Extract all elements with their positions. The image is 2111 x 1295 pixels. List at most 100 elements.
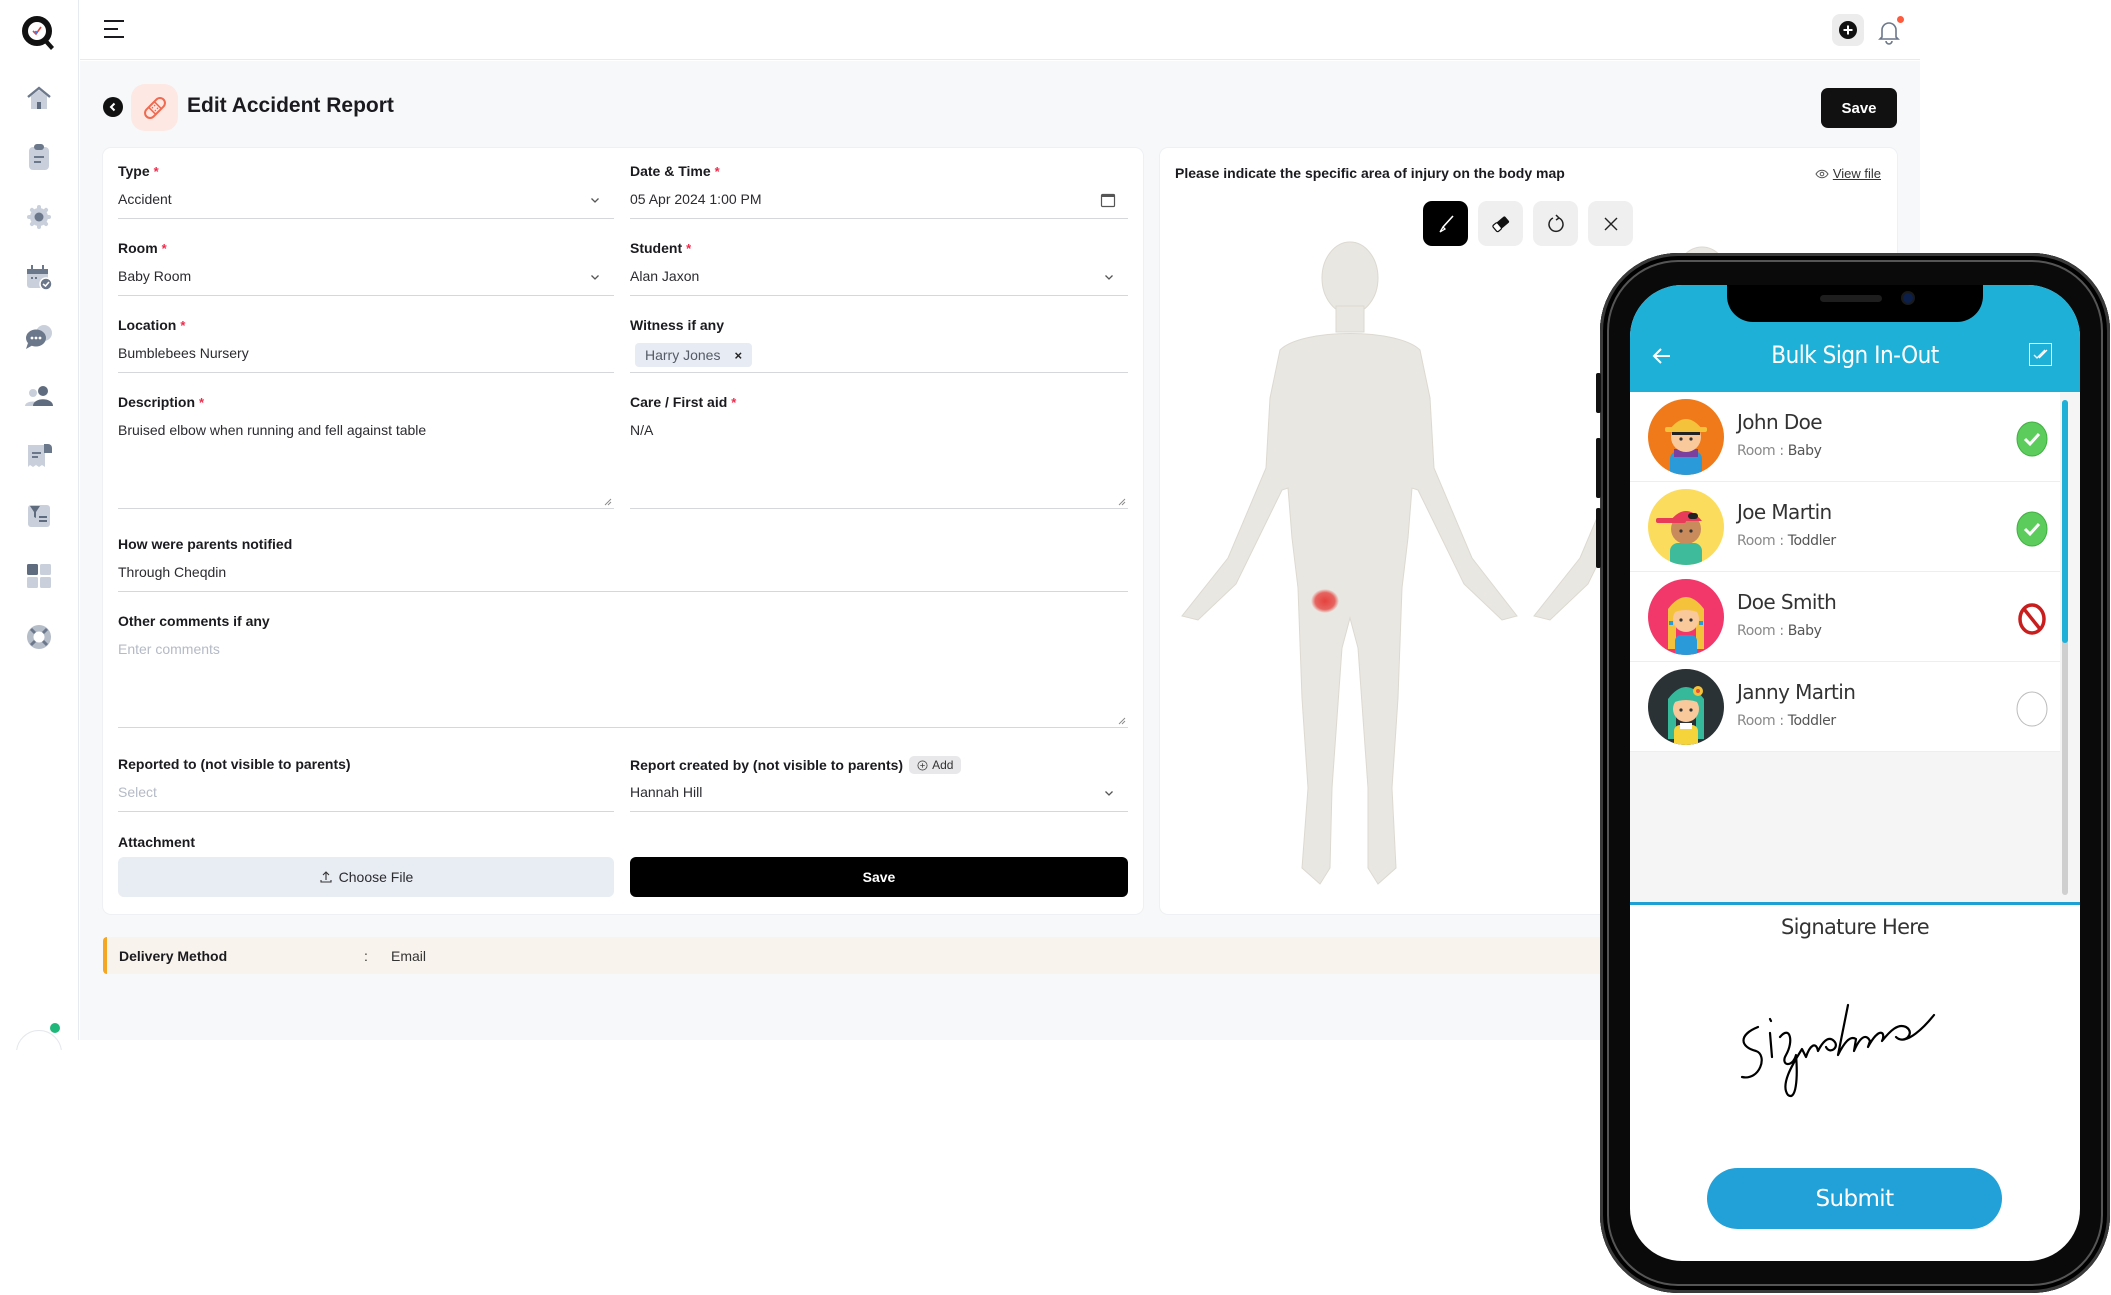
chevron-down-icon[interactable] bbox=[590, 195, 600, 205]
care-textarea[interactable]: N/A bbox=[630, 416, 1128, 509]
notification-dot bbox=[1897, 16, 1904, 23]
view-file-label: View file bbox=[1832, 166, 1881, 181]
signature-divider bbox=[1630, 902, 2080, 905]
add-staff-label: Add bbox=[932, 758, 954, 772]
calendar-check-icon[interactable] bbox=[24, 262, 54, 292]
kid-room: Toddler bbox=[1787, 713, 1836, 729]
choose-file-button[interactable]: Choose File bbox=[118, 857, 614, 897]
required-asterisk: * bbox=[161, 240, 167, 256]
room-value: Baby Room bbox=[118, 268, 192, 284]
parents-notified-input[interactable]: Through Cheqdin bbox=[118, 558, 1128, 592]
kid-room: Baby bbox=[1787, 443, 1822, 459]
signature-pad[interactable] bbox=[1730, 985, 1990, 1110]
settings-icon[interactable] bbox=[24, 202, 54, 232]
chevron-down-icon[interactable] bbox=[1104, 788, 1114, 798]
calendar-icon[interactable] bbox=[1100, 192, 1116, 208]
kid-row[interactable]: Doe Smith Room : Baby bbox=[1630, 572, 2060, 662]
created-by-select[interactable]: Hannah Hill bbox=[630, 778, 1128, 812]
sidebar bbox=[0, 0, 79, 1050]
student-field: Student * Alan Jaxon bbox=[630, 240, 1128, 300]
dashboard-grid-icon[interactable] bbox=[24, 561, 54, 591]
scrollbar-thumb[interactable] bbox=[2062, 400, 2068, 643]
room-field: Room * Baby Room bbox=[118, 240, 614, 300]
back-button[interactable] bbox=[103, 97, 123, 117]
injury-marker bbox=[1311, 589, 1339, 613]
filter-list-icon[interactable] bbox=[24, 500, 54, 530]
form-save-button[interactable]: Save bbox=[630, 857, 1128, 897]
kid-room: Toddler bbox=[1787, 533, 1836, 549]
phone-volume-up bbox=[1596, 438, 1601, 498]
add-staff-button[interactable]: Add bbox=[909, 756, 962, 774]
reported-to-placeholder: Select bbox=[118, 784, 157, 800]
student-label: Student bbox=[630, 240, 683, 256]
save-button[interactable]: Save bbox=[1821, 88, 1897, 128]
chat-icon[interactable] bbox=[24, 322, 54, 352]
absent-prohibited-icon[interactable] bbox=[2016, 601, 2048, 637]
top-bar bbox=[80, 0, 1920, 60]
kid-row[interactable]: Janny Martin Room : Toddler bbox=[1630, 662, 2060, 752]
users-icon[interactable] bbox=[24, 382, 54, 412]
required-asterisk: * bbox=[199, 394, 205, 410]
quick-add-button[interactable] bbox=[1832, 14, 1864, 46]
witness-chip: Harry Jones × bbox=[635, 343, 753, 367]
kid-avatar bbox=[1648, 399, 1724, 475]
signed-in-check-icon[interactable] bbox=[2016, 421, 2048, 457]
required-asterisk: * bbox=[180, 317, 186, 333]
comments-textarea[interactable]: Enter comments bbox=[118, 635, 1128, 728]
required-asterisk: * bbox=[714, 163, 720, 179]
phone-screen: Bulk Sign In-Out John Doe Room : Baby Jo bbox=[1630, 285, 2080, 1261]
page-title: Edit Accident Report bbox=[187, 94, 394, 117]
kid-row[interactable]: Joe Martin Room : Toddler bbox=[1630, 482, 2060, 572]
remove-chip-icon[interactable]: × bbox=[734, 348, 742, 363]
accident-form-card: Type * Accident Date & Time * 05 Apr 2024 … bbox=[103, 148, 1143, 914]
notifications-button[interactable] bbox=[1876, 14, 1906, 46]
student-value: Alan Jaxon bbox=[630, 268, 700, 284]
attachment-field: Attachment bbox=[118, 834, 614, 854]
plus-circle-icon bbox=[1839, 21, 1857, 39]
chevron-left-icon bbox=[109, 102, 116, 112]
type-label: Type bbox=[118, 163, 150, 179]
unchecked-circle-icon[interactable] bbox=[2016, 691, 2048, 727]
resize-handle-icon[interactable] bbox=[604, 498, 612, 506]
type-select[interactable]: Accident bbox=[118, 185, 614, 219]
cheqdin-logo-icon[interactable] bbox=[20, 14, 60, 54]
clipboard-icon[interactable] bbox=[24, 142, 54, 172]
menu-toggle-icon[interactable] bbox=[104, 20, 126, 40]
chevron-down-icon[interactable] bbox=[590, 272, 600, 282]
kid-name: Janny Martin bbox=[1737, 680, 1856, 704]
submit-button[interactable]: Submit bbox=[1707, 1168, 2002, 1229]
view-file-link[interactable]: View file bbox=[1815, 166, 1881, 181]
student-select[interactable]: Alan Jaxon bbox=[630, 262, 1128, 296]
user-avatar[interactable] bbox=[16, 1020, 64, 1050]
reported-to-label: Reported to (not visible to parents) bbox=[118, 756, 351, 772]
signed-in-check-icon[interactable] bbox=[2016, 511, 2048, 547]
required-asterisk: * bbox=[731, 394, 737, 410]
bandage-icon bbox=[131, 84, 178, 131]
kid-name: John Doe bbox=[1737, 410, 1823, 434]
description-textarea[interactable]: Bruised elbow when running and fell agai… bbox=[118, 416, 614, 509]
reported-to-select[interactable]: Select bbox=[118, 778, 614, 812]
kid-avatar bbox=[1648, 669, 1724, 745]
kid-list-scrollbar[interactable] bbox=[2062, 400, 2068, 895]
support-lifebuoy-icon[interactable] bbox=[24, 622, 54, 652]
home-icon[interactable] bbox=[24, 83, 54, 113]
chevron-down-icon[interactable] bbox=[1104, 272, 1114, 282]
care-field: Care / First aid * N/A bbox=[630, 394, 1128, 514]
description-field: Description * Bruised elbow when running … bbox=[118, 394, 614, 514]
resize-handle-icon[interactable] bbox=[1118, 717, 1126, 725]
resize-handle-icon[interactable] bbox=[1118, 498, 1126, 506]
room-select[interactable]: Baby Room bbox=[118, 262, 614, 296]
witness-multiselect[interactable]: Harry Jones × bbox=[630, 339, 1128, 373]
location-input[interactable]: Bumblebees Nursery bbox=[118, 339, 614, 373]
location-field: Location * Bumblebees Nursery bbox=[118, 317, 614, 377]
receipt-icon[interactable] bbox=[24, 440, 54, 470]
kid-avatar bbox=[1648, 579, 1724, 655]
witness-label: Witness if any bbox=[630, 317, 725, 333]
required-asterisk: * bbox=[686, 240, 692, 256]
plus-circle-outline-icon bbox=[917, 760, 928, 770]
kid-row[interactable]: John Doe Room : Baby bbox=[1630, 392, 2060, 482]
room-label: Room bbox=[118, 240, 158, 256]
datetime-input[interactable]: 05 Apr 2024 1:00 PM bbox=[630, 185, 1128, 219]
created-by-value: Hannah Hill bbox=[630, 784, 703, 800]
select-all-checkbox[interactable] bbox=[2029, 343, 2052, 366]
